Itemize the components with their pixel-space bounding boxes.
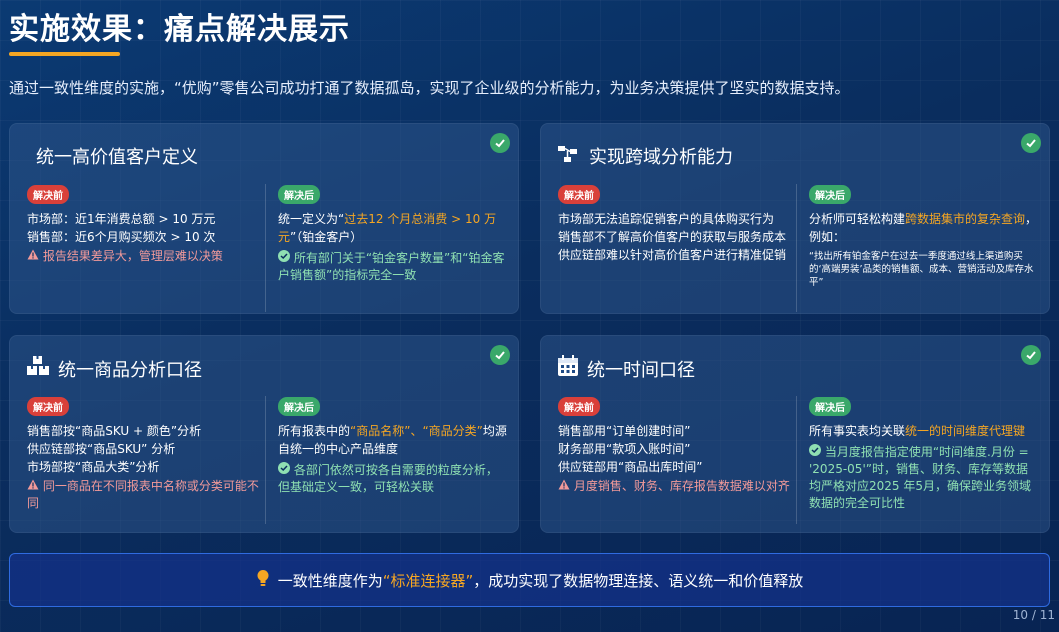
check-icon	[490, 133, 510, 153]
column-divider	[796, 184, 797, 312]
column-divider	[265, 184, 266, 312]
after-badge: 解决后	[809, 397, 851, 416]
after-text: 分析师可轻松构建跨数据集市的复杂查询，例如：	[809, 212, 1038, 244]
calendar-icon	[557, 355, 579, 382]
before-column: 解决前 销售部按“商品SKU + 颜色”分析 供应链部按“商品SKU” 分析 市…	[27, 396, 263, 512]
card-title-text: 实现跨域分析能力	[589, 147, 733, 168]
before-line: 供应链部难以针对高价值客户进行精准促销	[558, 248, 787, 262]
warning-icon	[27, 248, 39, 265]
before-column: 解决前 市场部无法追踪促销客户的具体购买行为 销售部不了解高价值客户的获取与服务…	[558, 184, 794, 264]
check-icon	[1021, 345, 1041, 365]
card-title: 统一时间口径	[557, 355, 695, 382]
after-column: 解决后 所有事实表均关联统一的时间维度代理键 当月度报告指定使用“时间维度.月份…	[809, 396, 1039, 512]
before-line: 销售部用“订单创建时间”	[558, 424, 691, 438]
card-cross-domain-analysis: 实现跨域分析能力 解决前 市场部无法追踪促销客户的具体购买行为 销售部不了解高价…	[540, 123, 1050, 314]
warning-icon	[27, 478, 39, 495]
before-line: 供应链部按“商品SKU” 分析	[27, 442, 176, 456]
card-title-text: 统一商品分析口径	[58, 359, 202, 381]
check-icon	[490, 345, 510, 365]
before-line: 市场部：近1年消费总额 > 10 万元	[27, 212, 216, 226]
highlight-text: 统一的时间维度代理键	[905, 424, 1026, 438]
success-text: 所有部门关于“铂金客户数量”和“铂金客户销售额”的指标完全一致	[278, 250, 505, 282]
success-text: 各部门依然可按各自需要的粒度分析，但基础定义一致，可轻松关联	[278, 462, 498, 494]
after-badge: 解决后	[278, 185, 320, 204]
before-line: 销售部按“商品SKU + 颜色”分析	[27, 424, 202, 438]
lightbulb-icon	[256, 569, 270, 591]
card-title-text: 统一时间口径	[587, 359, 695, 381]
after-text: 所有报表中的“商品名称”、“商品分类”均源自统一的中心产品维度	[278, 424, 507, 456]
before-badge: 解决前	[558, 185, 600, 204]
warning-text: 同一商品在不同报表中名称或分类可能不同	[27, 478, 259, 510]
before-line: 销售部：近6个月购买频次 > 10 次	[27, 230, 216, 244]
before-badge: 解决前	[27, 185, 69, 204]
highlight-text: “商品名称”、“商品分类”	[350, 424, 483, 438]
highlight-text: 跨数据集市的复杂查询	[905, 212, 1026, 226]
before-badge: 解决前	[27, 397, 69, 416]
card-product-analysis: 统一商品分析口径 解决前 销售部按“商品SKU + 颜色”分析 供应链部按“商品…	[9, 335, 519, 533]
warning-text: 报告结果差异大，管理层难以决策	[27, 248, 263, 265]
card-title: 统一高价值客户定义	[36, 143, 198, 169]
page-number: 10 / 11	[1012, 608, 1055, 622]
card-customer-definition: 统一高价值客户定义 解决前 市场部：近1年消费总额 > 10 万元 销售部：近6…	[9, 123, 519, 314]
before-badge: 解决前	[558, 397, 600, 416]
success-text: 当月度报告指定使用“时间维度.月份 = '2025-05'”时，销售、财务、库存…	[809, 444, 1031, 510]
after-column: 解决后 统一定义为“过去12 个月总消费 > 10 万元”（铂金客户） 所有部门…	[278, 184, 506, 284]
column-divider	[265, 396, 266, 524]
check-icon	[1021, 133, 1041, 153]
highlight-text: “标准连接器”	[382, 571, 474, 590]
after-column: 解决后 分析师可轻松构建跨数据集市的复杂查询，例如： “找出所有铂金客户在过去一…	[809, 184, 1039, 289]
summary-banner: 一致性维度作为“标准连接器”，成功实现了数据物理连接、语义统一和价值释放	[9, 553, 1050, 607]
card-title: 实现跨域分析能力	[557, 143, 733, 169]
summary-text: 一致性维度作为“标准连接器”，成功实现了数据物理连接、语义统一和价值释放	[277, 571, 804, 590]
warning-text: 月度销售、财务、库存报告数据难以对齐	[558, 478, 794, 495]
page-intro: 通过一致性维度的实施，“优购”零售公司成功打通了数据孤岛，实现了企业级的分析能力…	[9, 79, 850, 97]
card-title-text: 统一高价值客户定义	[36, 147, 198, 168]
before-column: 解决前 销售部用“订单创建时间” 财务部用“款项入账时间” 供应链部用“商品出库…	[558, 396, 794, 495]
card-title: 统一商品分析口径	[26, 355, 202, 382]
network-icon	[557, 144, 581, 169]
column-divider	[796, 396, 797, 524]
boxes-icon	[26, 355, 50, 382]
before-line: 财务部用“款项入账时间”	[558, 442, 691, 456]
card-time-analysis: 统一时间口径 解决前 销售部用“订单创建时间” 财务部用“款项入账时间” 供应链…	[540, 335, 1050, 533]
check-circle-icon	[278, 250, 290, 267]
before-line: 市场部无法追踪促销客户的具体购买行为	[558, 212, 775, 226]
warning-icon	[558, 478, 570, 495]
before-line: 市场部按“商品大类”分析	[27, 460, 160, 474]
check-circle-icon	[809, 444, 821, 461]
check-circle-icon	[278, 462, 290, 479]
title-underline	[9, 52, 120, 56]
page-title: 实施效果：痛点解决展示	[9, 12, 350, 47]
after-column: 解决后 所有报表中的“商品名称”、“商品分类”均源自统一的中心产品维度 各部门依…	[278, 396, 508, 496]
after-text: 统一定义为“过去12 个月总消费 > 10 万元”（铂金客户）	[278, 212, 497, 244]
example-text: “找出所有铂金客户在过去一季度通过线上渠道购买的‘高端男装’品类的销售额、成本、…	[809, 251, 1034, 288]
after-text: 所有事实表均关联统一的时间维度代理键	[809, 424, 1026, 438]
before-column: 解决前 市场部：近1年消费总额 > 10 万元 销售部：近6个月购买频次 > 1…	[27, 184, 263, 265]
after-badge: 解决后	[809, 185, 851, 204]
before-line: 销售部不了解高价值客户的获取与服务成本	[558, 230, 787, 244]
after-badge: 解决后	[278, 397, 320, 416]
before-line: 供应链部用“商品出库时间”	[558, 460, 703, 474]
